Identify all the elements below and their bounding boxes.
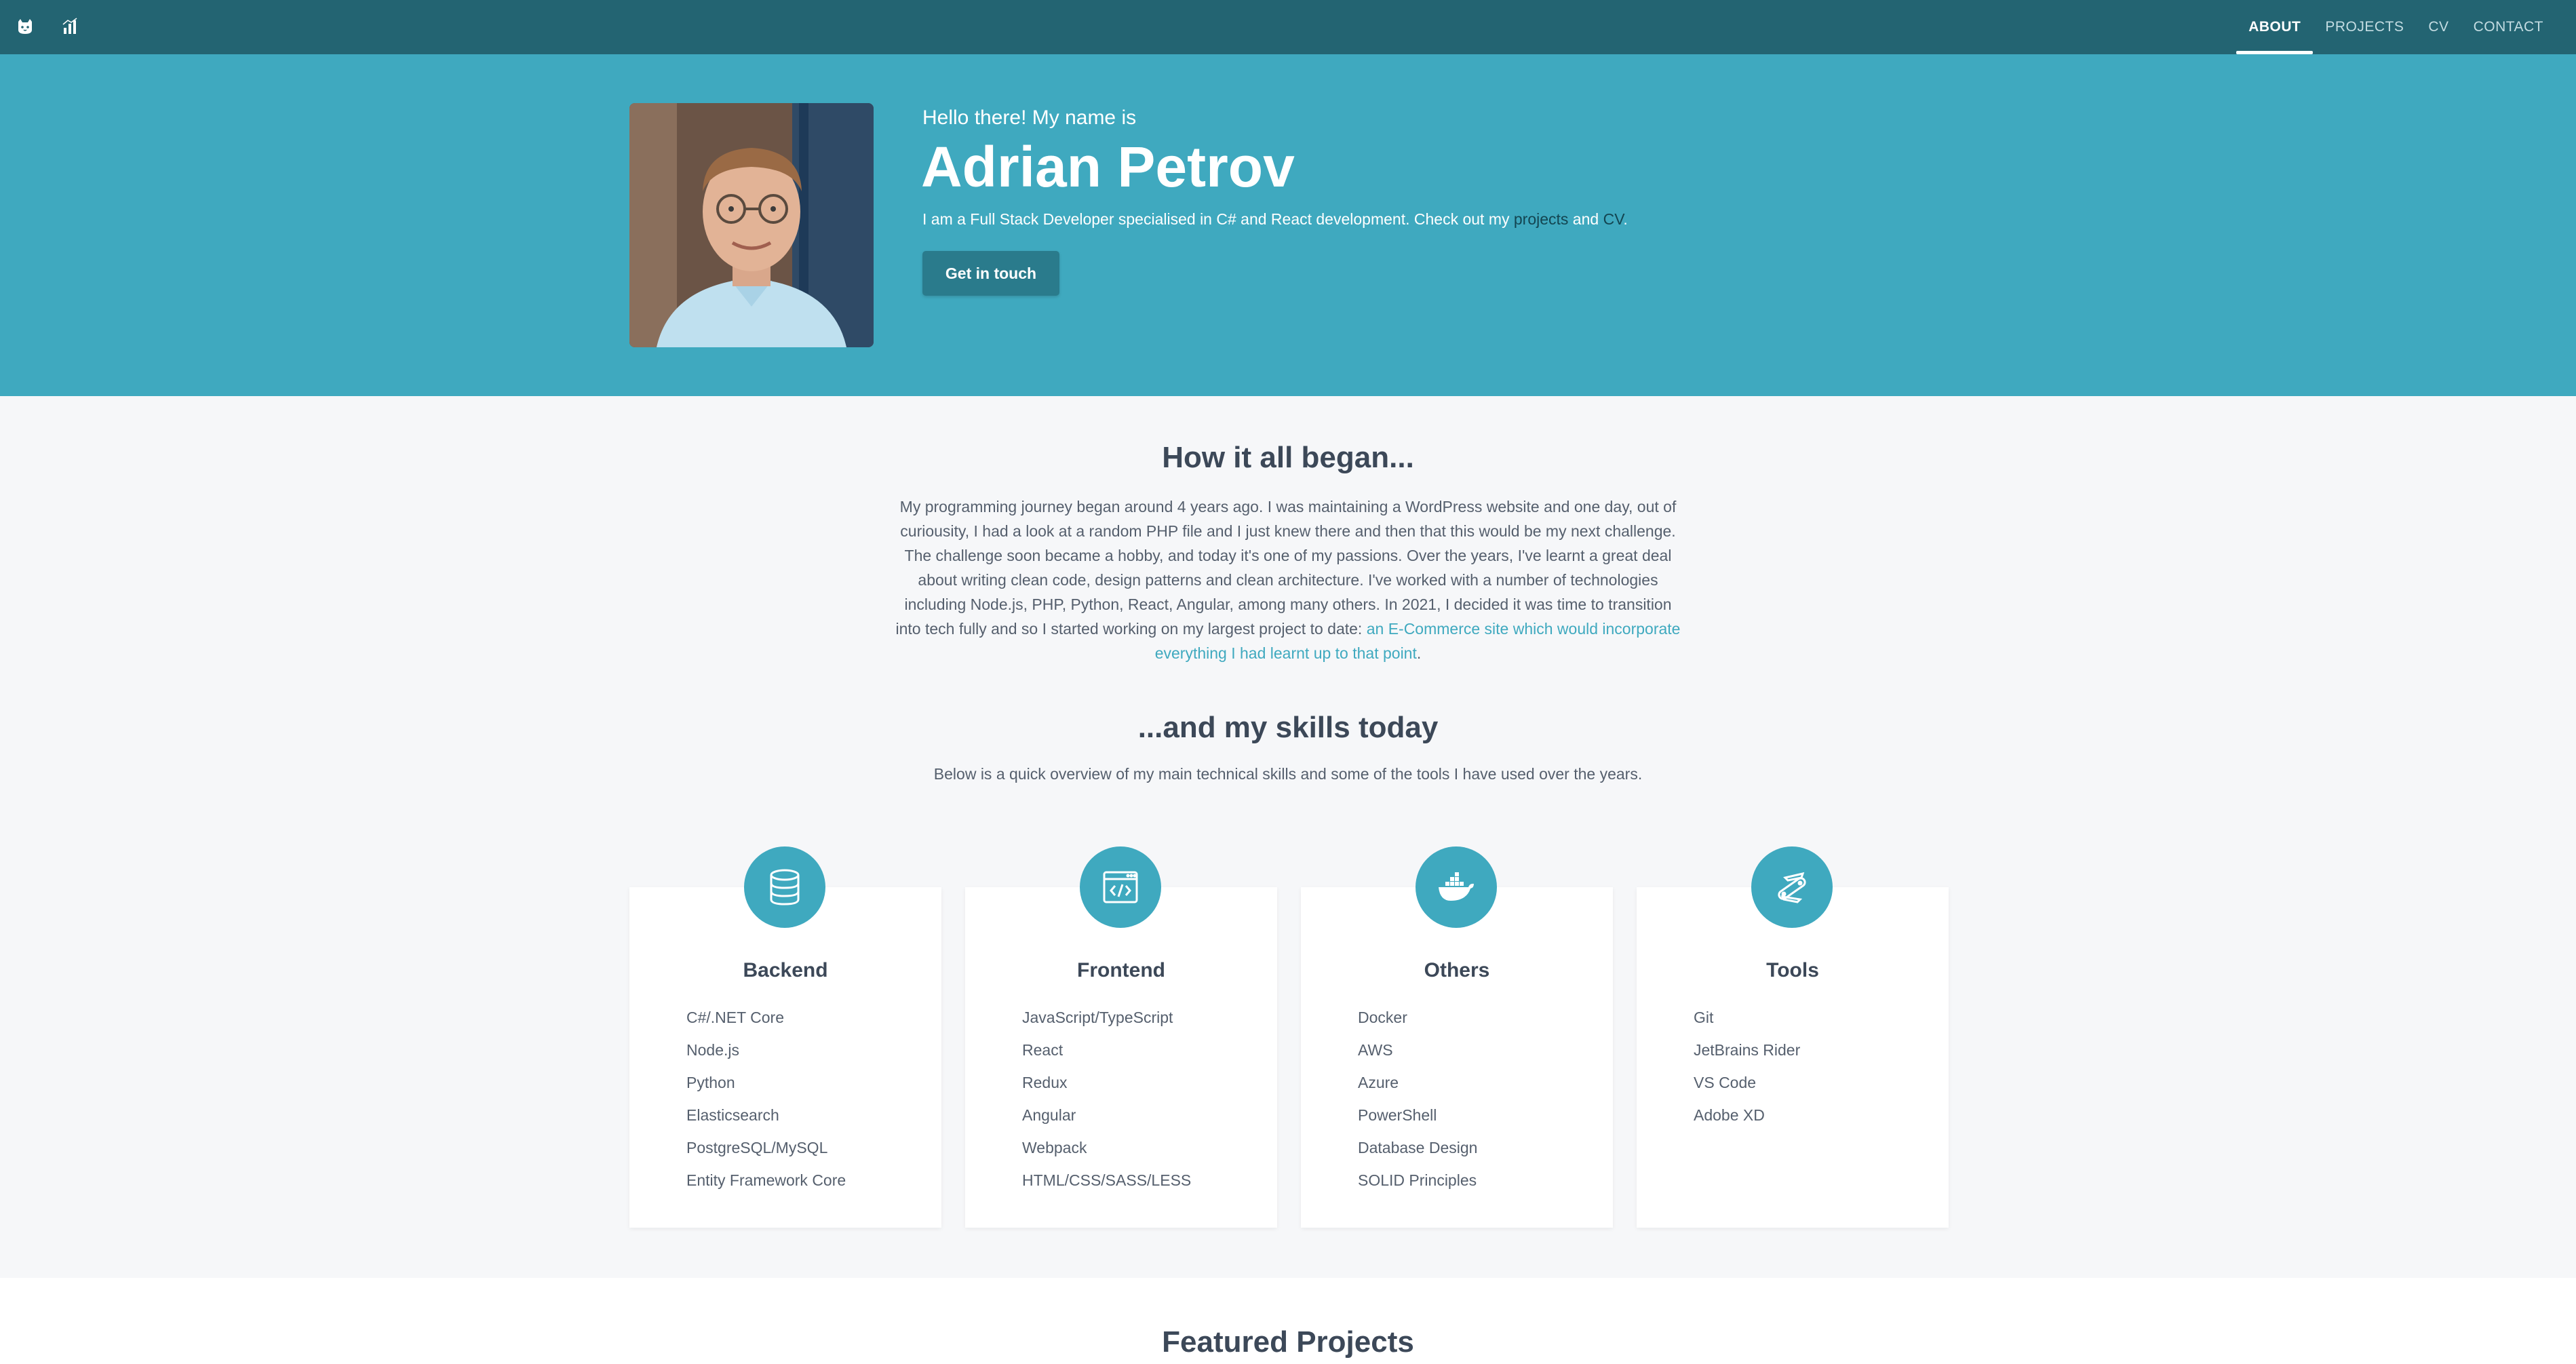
- about-text-end: .: [1416, 644, 1422, 662]
- list-item: Database Design: [1358, 1139, 1478, 1156]
- list-item: SOLID Principles: [1358, 1171, 1477, 1189]
- card-title: Others: [1424, 959, 1490, 981]
- about-text: My programming journey began around 4 ye…: [893, 494, 1683, 665]
- card-title: Tools: [1766, 959, 1819, 981]
- skill-list: C#/.NET Core Node.js Python Elasticsearc…: [686, 1001, 846, 1196]
- nav-about[interactable]: ABOUT: [2236, 0, 2314, 54]
- list-item: HTML/CSS/SASS/LESS: [1022, 1171, 1192, 1189]
- list-item: VS Code: [1694, 1074, 1757, 1091]
- nav-links: ABOUT PROJECTS CV CONTACT: [2236, 0, 2556, 54]
- get-in-touch-button[interactable]: Get in touch: [922, 251, 1059, 296]
- list-item: Azure: [1358, 1074, 1399, 1091]
- nav-projects[interactable]: PROJECTS: [2313, 0, 2416, 54]
- skills-subtitle: Below is a quick overview of my main tec…: [933, 765, 1643, 783]
- hero-description: I am a Full Stack Developer specialised …: [922, 210, 1628, 229]
- list-item: AWS: [1358, 1041, 1393, 1059]
- list-item: Docker: [1358, 1009, 1407, 1026]
- cv-link[interactable]: CV: [1603, 210, 1624, 228]
- pocket-knife-icon: [1751, 846, 1833, 928]
- card-title: Backend: [743, 959, 828, 981]
- about-text-body: My programming journey began around 4 ye…: [895, 498, 1677, 638]
- skill-card-frontend: Frontend JavaScript/TypeScript React Red…: [965, 887, 1277, 1228]
- nav-contact[interactable]: CONTACT: [2461, 0, 2556, 54]
- skill-list: Git JetBrains Rider VS Code Adobe XD: [1694, 1001, 1800, 1131]
- skill-card-backend: Backend C#/.NET Core Node.js Python Elas…: [629, 887, 941, 1228]
- list-item: Elasticsearch: [686, 1106, 779, 1124]
- cat-face-icon[interactable]: [15, 16, 35, 37]
- skill-card-others: Others Docker AWS Azure PowerShell Datab…: [1301, 887, 1613, 1228]
- list-item: Entity Framework Core: [686, 1171, 846, 1189]
- card-title: Frontend: [1077, 959, 1165, 981]
- featured-title: Featured Projects: [1162, 1325, 1414, 1359]
- list-item: Git: [1694, 1009, 1714, 1026]
- skill-list: Docker AWS Azure PowerShell Database Des…: [1358, 1001, 1477, 1196]
- list-item: JetBrains Rider: [1694, 1041, 1801, 1059]
- skills-title: ...and my skills today: [1137, 711, 1439, 744]
- list-item: React: [1022, 1041, 1063, 1059]
- nav-cv[interactable]: CV: [2416, 0, 2461, 54]
- hero-section: Hello there! My name is Adrian Petrov I …: [0, 54, 2576, 396]
- list-item: Python: [686, 1074, 735, 1091]
- list-item: Adobe XD: [1694, 1106, 1765, 1124]
- navbar: ABOUT PROJECTS CV CONTACT: [0, 0, 2576, 54]
- about-title: How it all began...: [1162, 441, 1414, 474]
- bar-chart-icon[interactable]: [60, 16, 80, 37]
- list-item: Node.js: [686, 1041, 739, 1059]
- hero-greeting: Hello there! My name is: [922, 106, 1137, 129]
- database-icon: [744, 846, 825, 928]
- hero-description-end: .: [1623, 210, 1628, 228]
- list-item: JavaScript/TypeScript: [1022, 1009, 1173, 1026]
- list-item: Angular: [1022, 1106, 1076, 1124]
- profile-photo: [629, 103, 874, 347]
- list-item: PostgreSQL/MySQL: [686, 1139, 828, 1156]
- skill-list: JavaScript/TypeScript React Redux Angula…: [1022, 1001, 1191, 1196]
- list-item: PowerShell: [1358, 1106, 1437, 1124]
- docker-whale-icon: [1416, 846, 1497, 928]
- browser-code-icon: [1080, 846, 1161, 928]
- skill-card-tools: Tools Git JetBrains Rider VS Code Adobe …: [1637, 887, 1949, 1228]
- projects-link[interactable]: projects: [1514, 210, 1569, 228]
- hero-description-text: I am a Full Stack Developer specialised …: [922, 210, 1514, 228]
- hero-name: Adrian Petrov: [921, 135, 1295, 199]
- list-item: Webpack: [1022, 1139, 1087, 1156]
- list-item: Redux: [1022, 1074, 1068, 1091]
- hero-description-and: and: [1568, 210, 1603, 228]
- list-item: C#/.NET Core: [686, 1009, 785, 1026]
